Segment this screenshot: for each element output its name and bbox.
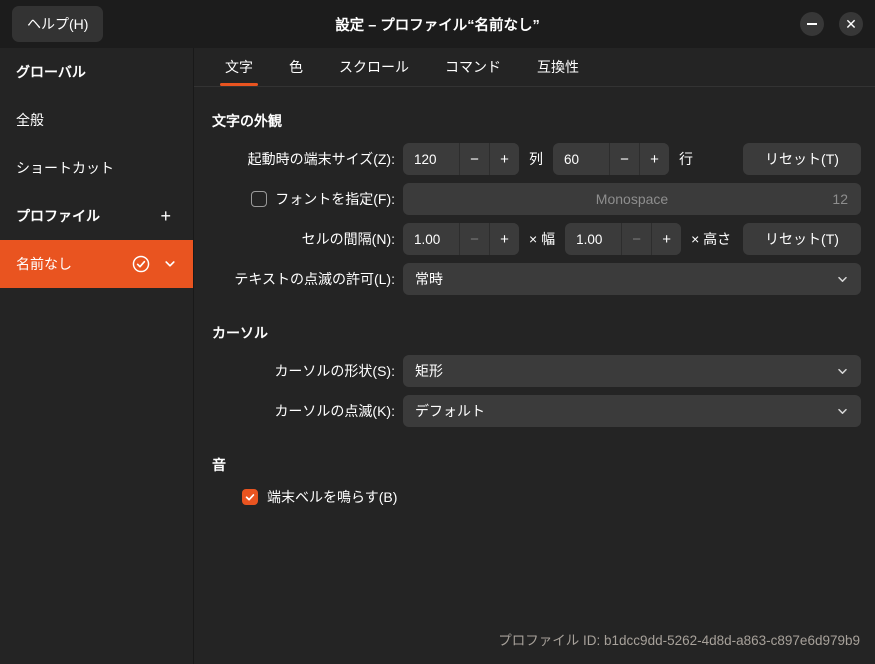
tab-colors[interactable]: 色 (274, 48, 318, 86)
text-blink-label: テキストの点滅の許可(L): (212, 269, 395, 289)
cell-height-increment-button[interactable]: + (651, 223, 681, 255)
rows-spinner: 60 − + (553, 143, 669, 175)
minimize-icon (807, 23, 817, 25)
custom-font-checkbox[interactable] (251, 191, 267, 207)
sidebar-header-profiles: プロファイル + (0, 192, 193, 240)
window-title: 設定 – プロファイル“名前なし” (0, 14, 875, 35)
cell-width-spinner: 1.00 − + (403, 223, 519, 255)
tab-scrolling[interactable]: スクロール (324, 48, 424, 86)
cursor-shape-label: カーソルの形状(S): (212, 361, 395, 381)
cell-height-spinner: 1.00 − + (565, 223, 681, 255)
terminal-size-label: 起動時の端末サイズ(Z): (212, 149, 395, 169)
cell-width-increment-button[interactable]: + (489, 223, 519, 255)
window-controls: ✕ (800, 12, 863, 36)
tab-content: 文字の外観 起動時の端末サイズ(Z): 120 − + 列 60 − (194, 87, 875, 664)
font-chooser-button[interactable]: Monospace 12 (403, 183, 861, 215)
close-icon: ✕ (845, 17, 857, 31)
cell-width-decrement-button[interactable]: − (459, 223, 489, 255)
help-button[interactable]: ヘルプ(H) (12, 6, 103, 42)
sidebar-item-shortcuts[interactable]: ショートカット (0, 144, 193, 192)
bell-row: 端末ベルを鳴らす(B) (212, 487, 861, 507)
reset-spacing-button[interactable]: リセット(T) (743, 223, 861, 255)
cell-width-value[interactable]: 1.00 (403, 223, 459, 255)
rows-decrement-button[interactable]: − (609, 143, 639, 175)
check-circle-icon (132, 255, 150, 273)
cell-width-unit-label: × 幅 (529, 229, 555, 249)
chevron-down-icon (836, 365, 849, 378)
cursor-shape-dropdown[interactable]: 矩形 (403, 355, 861, 387)
profile-name-label: 名前なし (16, 254, 72, 274)
cursor-shape-value: 矩形 (415, 361, 443, 381)
custom-font-row: フォントを指定(F): Monospace 12 (212, 183, 861, 215)
cursor-blink-value: デフォルト (415, 401, 485, 421)
font-name-label: Monospace (403, 191, 861, 207)
tab-command[interactable]: コマンド (430, 48, 516, 86)
section-title-bell: 音 (212, 455, 861, 475)
cursor-blink-label: カーソルの点滅(K): (212, 401, 395, 421)
minimize-button[interactable] (800, 12, 824, 36)
cell-spacing-row: セルの間隔(N): 1.00 − + × 幅 1.00 − + (212, 223, 861, 255)
sidebar-item-profile-unnamed[interactable]: 名前なし (0, 240, 193, 288)
text-blink-value: 常時 (415, 269, 443, 289)
titlebar: ヘルプ(H) 設定 – プロファイル“名前なし” ✕ (0, 0, 875, 48)
terminal-bell-checkbox[interactable] (242, 489, 258, 505)
terminal-size-row: 起動時の端末サイズ(Z): 120 − + 列 60 − + (212, 143, 861, 175)
section-title-text-appearance: 文字の外観 (212, 111, 861, 131)
tab-compatibility[interactable]: 互換性 (522, 48, 594, 86)
preferences-window: ヘルプ(H) 設定 – プロファイル“名前なし” ✕ グローバル 全般 ショート… (0, 0, 875, 664)
reset-size-button[interactable]: リセット(T) (743, 143, 861, 175)
profiles-header-label: プロファイル (16, 206, 100, 226)
checkmark-icon (244, 491, 256, 503)
profile-menu-chevron-icon[interactable] (163, 257, 177, 271)
columns-value[interactable]: 120 (403, 143, 459, 175)
rows-value[interactable]: 60 (553, 143, 609, 175)
font-size-label: 12 (832, 191, 848, 207)
sidebar-header-global: グローバル (0, 48, 193, 96)
general-label: 全般 (16, 110, 44, 130)
shortcuts-label: ショートカット (16, 158, 114, 178)
cell-height-unit-label: × 高さ (691, 229, 731, 249)
text-blink-dropdown[interactable]: 常時 (403, 263, 861, 295)
main-panel: 文字 色 スクロール コマンド 互換性 文字の外観 起動時の端末サイズ(Z): … (194, 48, 875, 664)
rows-increment-button[interactable]: + (639, 143, 669, 175)
chevron-down-icon (836, 273, 849, 286)
rows-unit-label: 行 (679, 149, 693, 169)
custom-font-label: フォントを指定(F): (275, 189, 395, 209)
cursor-blink-dropdown[interactable]: デフォルト (403, 395, 861, 427)
columns-increment-button[interactable]: + (489, 143, 519, 175)
cursor-blink-row: カーソルの点滅(K): デフォルト (212, 395, 861, 427)
text-blink-row: テキストの点滅の許可(L): 常時 (212, 263, 861, 295)
tab-bar: 文字 色 スクロール コマンド 互換性 (194, 48, 875, 87)
add-profile-button[interactable]: + (154, 204, 177, 229)
section-title-cursor: カーソル (212, 323, 861, 343)
global-header-label: グローバル (16, 62, 86, 82)
tab-text[interactable]: 文字 (210, 48, 268, 86)
columns-decrement-button[interactable]: − (459, 143, 489, 175)
sidebar-item-general[interactable]: 全般 (0, 96, 193, 144)
terminal-bell-label: 端末ベルを鳴らす(B) (267, 487, 397, 507)
close-button[interactable]: ✕ (839, 12, 863, 36)
cell-height-decrement-button[interactable]: − (621, 223, 651, 255)
chevron-down-icon (836, 405, 849, 418)
columns-unit-label: 列 (529, 149, 543, 169)
cell-height-value[interactable]: 1.00 (565, 223, 621, 255)
columns-spinner: 120 − + (403, 143, 519, 175)
profile-id-text: プロファイル ID: b1dcc9dd-5262-4d8d-a863-c897e… (498, 629, 860, 649)
cell-spacing-label: セルの間隔(N): (212, 229, 395, 249)
cursor-shape-row: カーソルの形状(S): 矩形 (212, 355, 861, 387)
sidebar: グローバル 全般 ショートカット プロファイル + 名前なし (0, 48, 194, 664)
